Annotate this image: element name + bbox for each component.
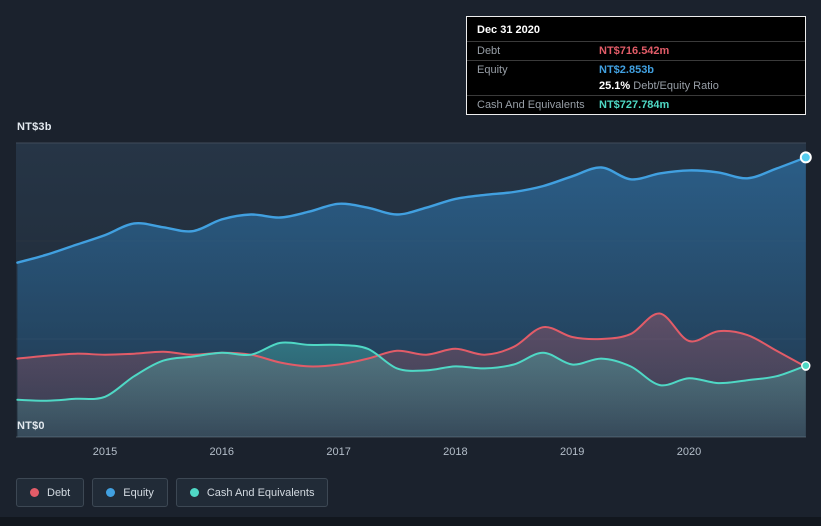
x-tick-2017: 2017 bbox=[326, 446, 351, 458]
tooltip-date: Dec 31 2020 bbox=[477, 24, 540, 36]
y-axis-label-top: NT$3b bbox=[17, 121, 52, 133]
y-axis-label-bottom: NT$0 bbox=[17, 420, 45, 432]
legend-equity[interactable]: Equity bbox=[92, 478, 168, 507]
tooltip-ratio-value: 25.1% bbox=[599, 80, 631, 92]
tooltip-equity-label: Equity bbox=[477, 64, 508, 76]
tooltip-row-debt: Debt NT$716.542m bbox=[467, 41, 805, 60]
legend-label: Debt bbox=[47, 486, 71, 499]
legend-cash-and-equivalents[interactable]: Cash And Equivalents bbox=[175, 478, 329, 507]
tooltip: Dec 31 2020 Debt NT$716.542m Equity NT$2… bbox=[466, 16, 806, 115]
tooltip-equity-value: NT$2.853b bbox=[599, 64, 655, 76]
tooltip-cash-label: Cash And Equivalents bbox=[477, 99, 585, 111]
tooltip-row-equity: Equity NT$2.853b bbox=[467, 60, 805, 79]
x-axis: 2015 2016 2017 2018 2019 2020 bbox=[0, 446, 821, 460]
equity-series-dot-icon bbox=[106, 488, 116, 497]
chart-panel: NT$3b NT$0 2015 2016 2017 2018 2019 2020 Dec … bbox=[0, 0, 821, 526]
tooltip-ratio-label: Debt/Equity Ratio bbox=[633, 80, 719, 92]
bottom-edge-bar bbox=[0, 517, 821, 526]
x-tick-2019: 2019 bbox=[559, 446, 585, 458]
tooltip-row-ratio: 25.1% Debt/Equity Ratio bbox=[467, 79, 805, 95]
x-tick-2020: 2020 bbox=[676, 446, 702, 458]
tooltip-debt-label: Debt bbox=[477, 45, 501, 57]
chart-plot[interactable] bbox=[16, 142, 812, 438]
x-tick-2018: 2018 bbox=[443, 446, 468, 458]
tooltip-debt-value: NT$716.542m bbox=[599, 45, 670, 57]
x-tick-2016: 2016 bbox=[209, 446, 235, 458]
x-tick-2015: 2015 bbox=[92, 446, 118, 458]
legend: Debt Equity Cash And Equivalents bbox=[16, 478, 329, 507]
tooltip-row-cash: Cash And Equivalents NT$727.784m bbox=[467, 95, 805, 114]
tooltip-cash-value: NT$727.784m bbox=[599, 99, 670, 111]
legend-debt[interactable]: Debt bbox=[16, 478, 85, 507]
legend-label: Cash And Equivalents bbox=[206, 486, 315, 499]
debt-series-dot-icon bbox=[30, 488, 39, 497]
cash-and-equivalents-series-dot-icon bbox=[189, 488, 199, 497]
legend-label: Equity bbox=[123, 486, 154, 499]
